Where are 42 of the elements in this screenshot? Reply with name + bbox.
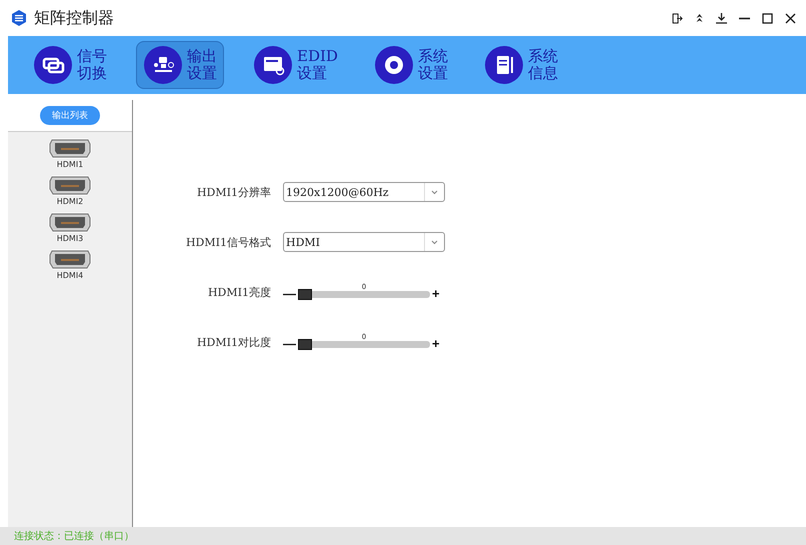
app-logo-icon	[10, 9, 28, 27]
slider-thumb[interactable]	[298, 289, 312, 300]
chevron-down-icon	[431, 190, 438, 194]
slider-track[interactable]	[298, 341, 430, 348]
setting-label: HDMI1对比度	[196, 334, 272, 350]
connection-status: 连接状态：已连接（串口）	[14, 530, 134, 543]
output-icon	[143, 45, 183, 85]
hdmi-port-icon	[49, 138, 91, 158]
window-title: 矩阵控制器	[34, 8, 114, 28]
output-label[interactable]: HDMI1	[56, 160, 84, 169]
pin-icon[interactable]	[695, 12, 704, 24]
output-label[interactable]: HDMI3	[56, 234, 84, 243]
chevron-down-icon	[431, 240, 438, 244]
output-label[interactable]: HDMI4	[56, 271, 84, 280]
increase-button[interactable]: +	[432, 287, 440, 301]
dropdown[interactable]: 1920x1200@60Hz	[283, 182, 445, 202]
slider-track[interactable]	[298, 291, 430, 298]
hdmi-port-icon	[49, 175, 91, 195]
slider-thumb[interactable]	[298, 339, 312, 350]
close-icon[interactable]	[785, 12, 796, 24]
decrease-button[interactable]: —	[283, 287, 296, 301]
gear-icon	[374, 45, 414, 85]
toolbar-tab[interactable]: 信号 切换	[26, 41, 114, 89]
hdmi-port-icon	[49, 212, 91, 232]
exit-icon[interactable]	[672, 12, 683, 24]
setting-label: HDMI1信号格式	[184, 234, 272, 250]
toolbar-tab[interactable]: 输出 设置	[136, 41, 224, 89]
maximize-icon[interactable]	[762, 12, 773, 24]
output-label[interactable]: HDMI2	[56, 197, 84, 206]
toolbar-tab[interactable]: 系统 设置	[366, 41, 455, 89]
document-icon	[484, 45, 524, 85]
toolbar-tab[interactable]: EDID 设置	[246, 41, 345, 89]
hdmi-port-icon	[49, 249, 91, 269]
download-icon[interactable]	[716, 12, 727, 24]
decrease-button[interactable]: —	[283, 337, 296, 351]
switch-icon	[33, 45, 73, 85]
increase-button[interactable]: +	[432, 337, 440, 351]
setting-label: HDMI1分辨率	[196, 184, 272, 200]
dropdown[interactable]: HDMI	[283, 232, 445, 252]
toolbar-tab[interactable]: 系统 信息	[476, 41, 565, 89]
monitor-icon	[253, 45, 293, 85]
setting-label: HDMI1亮度	[206, 284, 272, 300]
